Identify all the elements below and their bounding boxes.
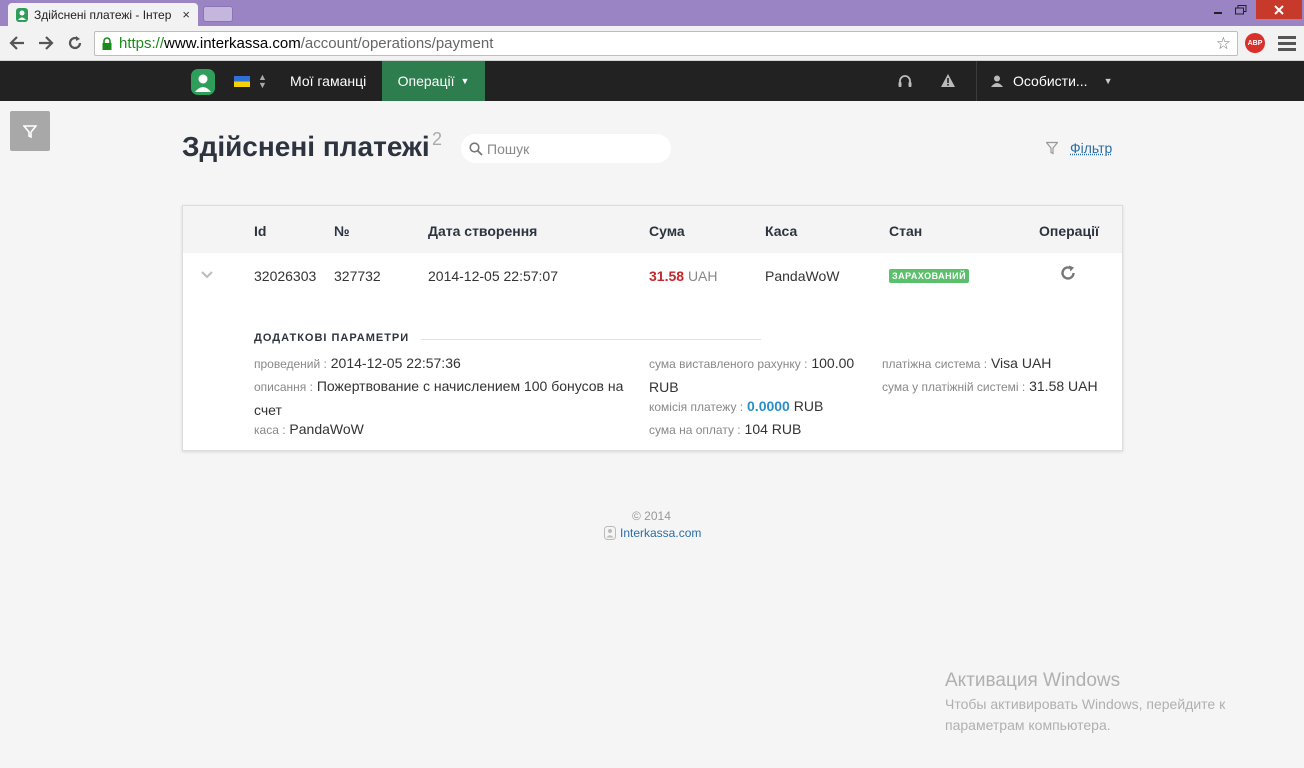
param-invoice-key: сума виставленого рахунку : [649, 357, 808, 371]
param-system-amount-value: 31.58 UAH [1029, 378, 1098, 394]
menu-icon[interactable] [1278, 34, 1296, 52]
param-processed: проведений : 2014-12-05 22:57:36 [254, 352, 634, 376]
header-operations: Операції [1039, 223, 1099, 239]
favicon-icon [16, 7, 28, 22]
browser-toolbar: https://www.interkassa.com/account/opera… [0, 26, 1304, 61]
minimize-icon[interactable] [1207, 0, 1229, 20]
browser-titlebar: Здійснені платежі - Інтер × [0, 0, 1304, 26]
flag-icon[interactable] [234, 76, 250, 87]
browser-tab[interactable]: Здійснені платежі - Інтер × [8, 3, 198, 26]
restore-icon[interactable] [1229, 0, 1253, 20]
param-payable: сума на оплату : 104 RUB [649, 418, 869, 442]
filter-icon [23, 125, 37, 138]
param-payable-key: сума на оплату : [649, 423, 741, 437]
search-icon [469, 141, 483, 156]
new-tab-button[interactable] [203, 6, 233, 22]
header-amount[interactable]: Сума [649, 223, 685, 239]
sidebar-filter-button[interactable] [10, 111, 50, 151]
row-checkout: PandaWoW [765, 268, 840, 284]
filter-icon [1046, 141, 1058, 155]
row-created: 2014-12-05 22:57:07 [428, 268, 558, 284]
nav-wallets[interactable]: Мої гаманці [290, 61, 366, 101]
user-menu[interactable]: Особисти... ▼ [991, 61, 1113, 101]
table-header: Id № Дата створення Сума Каса Стан Опера… [183, 206, 1122, 253]
caret-down-icon: ▼ [1103, 76, 1113, 86]
adblock-icon[interactable]: ABP [1245, 33, 1265, 53]
page-title: Здійснені платежі [182, 131, 430, 162]
param-system-amount-key: сума у платіжній системі : [882, 380, 1026, 394]
logo-icon [604, 526, 616, 540]
lock-icon [102, 36, 112, 50]
param-processed-value: 2014-12-05 22:57:36 [330, 355, 461, 371]
row-amount: 31.58 UAH [649, 268, 718, 284]
user-menu-label: Особисти... [1013, 73, 1088, 89]
header-created[interactable]: Дата створення [428, 223, 537, 239]
param-checkout-key: каса : [254, 423, 286, 437]
warning-icon[interactable] [940, 73, 956, 93]
result-count: 2 [432, 129, 443, 149]
windows-watermark-text: Чтобы активировать Windows, перейдите к … [945, 696, 1226, 733]
param-system-amount: сума у платіжній системі : 31.58 UAH [882, 375, 1122, 399]
site-navbar: ▲ ▼ Мої гаманці Операції ▼ Особисти... ▼ [0, 61, 1304, 101]
window-close-icon[interactable] [1256, 0, 1302, 19]
nav-operations-label: Операції [397, 73, 455, 89]
star-icon[interactable]: ☆ [1216, 34, 1231, 54]
header-checkout[interactable]: Каса [765, 223, 797, 239]
url-scheme: https:// [119, 35, 165, 52]
header-state[interactable]: Стан [889, 223, 922, 239]
param-description: описання : Пожертвование с начислением 1… [254, 375, 639, 422]
param-processed-key: проведений : [254, 357, 327, 371]
user-icon [991, 75, 1003, 87]
nav-divider [976, 61, 977, 101]
footer-link-label: Interkassa.com [620, 526, 702, 540]
nav-operations[interactable]: Операції ▼ [382, 61, 485, 101]
param-invoice: сума виставленого рахунку : 100.00 RUB [649, 352, 869, 399]
footer-link[interactable]: Interkassa.com [604, 526, 701, 540]
windows-watermark-title: Активация Windows [945, 670, 1121, 691]
refresh-icon[interactable] [1059, 264, 1077, 287]
param-payment-system-value: Visa UAH [990, 355, 1052, 371]
header-number[interactable]: № [334, 223, 350, 239]
param-payable-value: 104 RUB [744, 421, 802, 437]
tab-close-icon[interactable]: × [182, 7, 190, 22]
param-commission: комісія платежу : 0.0000 RUB [649, 395, 869, 419]
payments-table: Id № Дата створення Сума Каса Стан Опера… [182, 205, 1123, 451]
filter-link[interactable]: Фільтр [1046, 140, 1112, 156]
param-commission-key: комісія платежу : [649, 400, 744, 414]
param-checkout: каса : PandaWoW [254, 418, 634, 442]
param-description-key: описання : [254, 380, 313, 394]
row-id: 32026303 [254, 268, 317, 284]
param-payment-system-key: платіжна система : [882, 357, 988, 371]
logo-icon[interactable] [191, 69, 215, 95]
header-id[interactable]: Id [254, 223, 266, 239]
caret-down-icon: ▼ [460, 76, 470, 86]
params-divider [421, 339, 761, 340]
params-title: ДОДАТКОВІ ПАРАМЕТРИ [254, 332, 410, 344]
language-toggle-icon[interactable]: ▲ ▼ [258, 73, 267, 90]
status-badge: ЗАРАХОВАНИЙ [889, 269, 970, 283]
search-input[interactable] [487, 140, 657, 157]
headset-icon[interactable] [897, 73, 913, 94]
param-commission-value: 0.0000 [747, 398, 790, 414]
amount-value: 31.58 [649, 268, 685, 284]
address-bar[interactable]: https://www.interkassa.com/account/opera… [94, 31, 1238, 56]
search-box[interactable] [461, 134, 671, 163]
filter-label: Фільтр [1070, 140, 1113, 156]
url-path: /account/operations/payment [300, 35, 494, 52]
back-icon[interactable] [6, 33, 28, 53]
param-commission-currency: RUB [793, 398, 824, 414]
param-checkout-value: PandaWoW [289, 421, 364, 437]
forward-icon[interactable] [35, 33, 57, 53]
footer-copyright: © 2014 [632, 509, 671, 523]
url-host: www.interkassa.com [164, 35, 301, 52]
row-number: 327732 [334, 268, 381, 284]
param-payment-system: платіжна система : Visa UAH [882, 352, 1122, 376]
chevron-down-icon[interactable] [201, 266, 213, 282]
reload-icon[interactable] [64, 33, 86, 53]
amount-currency: UAH [687, 268, 718, 284]
tab-title: Здійснені платежі - Інтер [34, 7, 172, 22]
